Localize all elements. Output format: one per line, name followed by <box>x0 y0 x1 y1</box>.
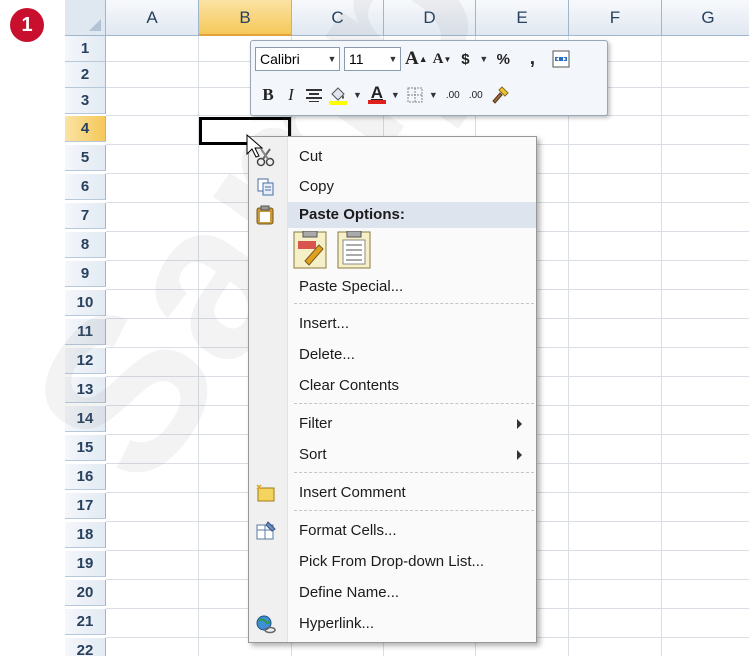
merge-center-icon <box>552 50 570 68</box>
row-header[interactable]: 19 <box>65 551 106 577</box>
align-center-icon <box>306 89 322 102</box>
submenu-arrow-icon <box>517 450 522 460</box>
currency-format-button[interactable]: $ <box>456 47 474 71</box>
step-badge: 1 <box>10 8 44 42</box>
menu-item-format-cells[interactable]: Format Cells... <box>249 516 536 546</box>
percent-style-button[interactable]: % <box>494 47 512 71</box>
menu-label: Hyperlink... <box>299 615 375 632</box>
chevron-down-icon[interactable]: ▼ <box>391 90 400 100</box>
decrease-decimal-icon: .00 <box>468 89 483 101</box>
grow-font-button[interactable]: A ▲ <box>405 47 428 71</box>
row-header[interactable]: 20 <box>65 580 106 606</box>
context-menu: Cut Copy Paste Options: Paste Special... <box>248 136 537 643</box>
chevron-down-icon[interactable]: ▼ <box>429 90 438 100</box>
chevron-down-icon[interactable]: ▼ <box>353 90 362 100</box>
merge-center-button[interactable] <box>552 47 570 71</box>
menu-label: Cut <box>299 148 323 165</box>
chevron-down-icon[interactable]: ▼ <box>479 54 488 64</box>
borders-icon <box>407 87 423 103</box>
menu-item-define-name[interactable]: Define Name... <box>249 578 536 608</box>
menu-item-insert[interactable]: Insert... <box>249 309 536 339</box>
shrink-font-button[interactable]: A ▼ <box>433 47 452 71</box>
row-header[interactable]: 6 <box>65 174 106 200</box>
menu-label: Format Cells... <box>299 522 397 539</box>
italic-button[interactable]: I <box>282 83 300 107</box>
row-header[interactable]: 3 <box>65 88 106 114</box>
menu-label: Sort <box>299 446 327 463</box>
row-header[interactable]: 18 <box>65 522 106 548</box>
increase-decimal-button[interactable]: .00 <box>444 83 462 107</box>
row-header[interactable]: 22 <box>65 638 106 656</box>
menu-item-paste-special[interactable]: Paste Special... <box>249 272 536 302</box>
menu-label: Insert Comment <box>299 484 406 501</box>
menu-item-clear-contents[interactable]: Clear Contents <box>249 371 536 401</box>
paste-formatting-icon[interactable] <box>293 231 327 269</box>
gridline <box>661 36 662 656</box>
row-header[interactable]: 2 <box>65 62 106 88</box>
grow-font-icon: A <box>405 48 419 69</box>
menu-item-filter[interactable]: Filter <box>249 409 536 439</box>
comma-style-button[interactable]: , <box>523 47 541 71</box>
column-header-f[interactable]: F <box>569 0 662 36</box>
shrink-font-icon: A <box>432 50 444 67</box>
center-align-button[interactable] <box>305 83 323 107</box>
row-header[interactable]: 5 <box>65 145 106 171</box>
menu-label: Insert... <box>299 315 350 332</box>
row-header[interactable]: 17 <box>65 493 106 519</box>
font-name-value: Calibri <box>260 51 300 67</box>
fill-color-button[interactable] <box>328 83 348 107</box>
menu-label: Define Name... <box>299 584 400 601</box>
bold-button[interactable]: B <box>259 83 277 107</box>
menu-item-insert-comment[interactable]: Insert Comment <box>249 478 536 508</box>
menu-label: Copy <box>299 178 335 195</box>
format-painter-icon <box>492 86 509 104</box>
menu-label: Delete... <box>299 346 355 363</box>
mini-toolbar: Calibri ▼ 11 ▼ A ▲ A ▼ $ ▼ % , B I ▼ A ▼… <box>250 40 608 116</box>
menu-item-delete[interactable]: Delete... <box>249 340 536 370</box>
row-header[interactable]: 16 <box>65 464 106 490</box>
menu-item-sort[interactable]: Sort <box>249 440 536 470</box>
paste-options-header: Paste Options: <box>288 202 536 228</box>
menu-item-cut[interactable]: Cut <box>249 142 536 172</box>
comment-icon <box>256 484 275 502</box>
chevron-down-icon: ▼ <box>327 54 337 64</box>
select-all-corner[interactable] <box>65 0 106 36</box>
increase-decimal-icon: .00 <box>445 89 460 101</box>
menu-label: Pick From Drop-down List... <box>299 553 485 570</box>
borders-button[interactable] <box>406 83 424 107</box>
font-size-value: 11 <box>349 51 364 67</box>
menu-label: Paste Special... <box>299 278 404 295</box>
submenu-arrow-icon <box>517 419 522 429</box>
menu-item-hyperlink[interactable]: Hyperlink... <box>249 609 536 639</box>
menu-label: Paste Options: <box>299 206 405 223</box>
mouse-cursor-icon <box>246 134 264 158</box>
hyperlink-globe-icon <box>256 615 276 634</box>
column-header-g[interactable]: G <box>662 0 749 36</box>
decrease-decimal-button[interactable]: .00 <box>467 83 485 107</box>
font-size-combo[interactable]: 11 ▼ <box>344 47 401 71</box>
copy-icon <box>257 178 274 196</box>
menu-item-copy[interactable]: Copy <box>249 172 536 202</box>
fill-bucket-icon <box>329 87 347 105</box>
font-name-combo[interactable]: Calibri ▼ <box>255 47 340 71</box>
menu-separator <box>294 472 534 473</box>
row-header-selected[interactable]: 4 <box>65 116 106 142</box>
paste-values-icon[interactable] <box>337 231 371 269</box>
menu-separator <box>294 510 534 511</box>
clipboard-icon <box>256 205 274 225</box>
menu-separator <box>294 403 534 404</box>
font-color-button[interactable]: A <box>367 83 386 107</box>
menu-label: Filter <box>299 415 333 432</box>
gridline <box>568 36 569 656</box>
chevron-down-icon: ▼ <box>388 54 398 64</box>
format-painter-button[interactable] <box>490 83 510 107</box>
row-header[interactable]: 21 <box>65 609 106 635</box>
row-header[interactable]: 1 <box>65 36 106 62</box>
column-header-a[interactable]: A <box>106 0 199 36</box>
format-cells-icon <box>256 521 276 540</box>
menu-item-pick-from-list[interactable]: Pick From Drop-down List... <box>249 547 536 577</box>
menu-label: Clear Contents <box>299 377 400 394</box>
menu-separator <box>294 303 534 304</box>
font-color-icon: A <box>370 83 384 102</box>
